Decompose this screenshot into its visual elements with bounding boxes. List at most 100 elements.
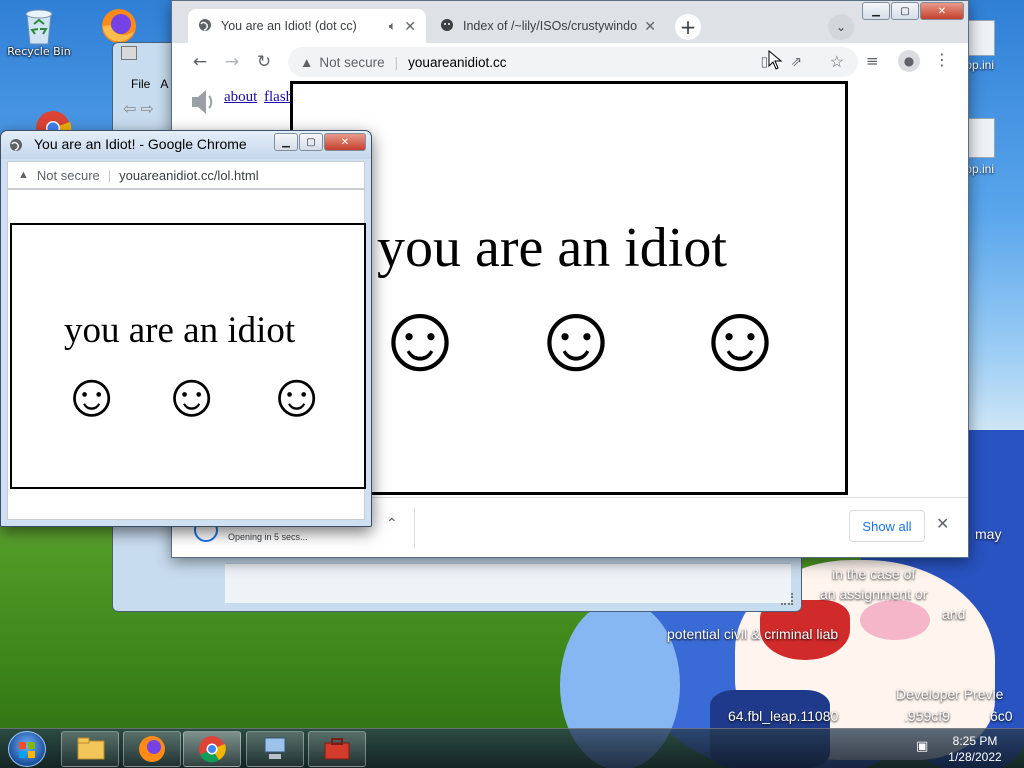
resize-grip[interactable] [781, 593, 793, 605]
windows-logo-icon [19, 742, 35, 758]
recycle-bin-icon [21, 6, 57, 45]
watermark-text: may [975, 526, 1002, 542]
new-tab-button[interactable]: + [675, 14, 701, 40]
close-download-bar-icon[interactable]: ✕ [936, 514, 949, 533]
popup-address-bar[interactable]: ▲ Not secure | youareanidiot.cc/lol.html [7, 161, 365, 189]
file-icon[interactable] [965, 20, 995, 56]
taskbar-chrome[interactable] [183, 731, 241, 767]
profile-avatar-icon[interactable]: ● [898, 50, 920, 72]
close-button[interactable]: ✕ [324, 133, 366, 151]
chevron-up-icon[interactable]: ⌃ [386, 516, 398, 532]
media-queue-icon[interactable]: ≡ [866, 52, 879, 70]
mouse-cursor-icon [768, 50, 782, 70]
address-divider: | [107, 167, 112, 183]
window-icon [121, 46, 137, 60]
warning-icon[interactable]: ▲ [300, 55, 313, 70]
menu-kebab-icon[interactable]: ⋮ [934, 50, 950, 69]
globe-icon [198, 18, 212, 35]
idiot-frame: you are an idiot ☺ ☺ ☺ [290, 81, 848, 495]
clock[interactable]: 8:25 PM 1/28/2022 [940, 733, 1010, 765]
share-icon[interactable]: ⇗ [791, 54, 802, 70]
watermark-text: potential civil & criminal liab [667, 626, 839, 642]
close-tab-icon[interactable]: ✕ [644, 18, 656, 35]
maximize-button[interactable]: ▢ [891, 2, 919, 20]
start-button[interactable] [8, 731, 46, 767]
popup-page-content: you are an idiot ☺ ☺ ☺ [7, 189, 366, 520]
nav-arrows: ⇦ ⇨ [123, 99, 154, 118]
watermark-text: 64.fbl_leap.11080 [728, 708, 839, 724]
network-tray-icon[interactable]: ▣ [916, 739, 928, 754]
watermark-text: and [942, 606, 966, 622]
chrome-icon [199, 736, 226, 763]
maximize-button[interactable]: ▢ [299, 133, 323, 151]
minimize-button[interactable]: ▁ [274, 133, 298, 151]
flash-link[interactable]: flash [264, 89, 293, 106]
speaker-icon[interactable]: 🔈︎ [389, 19, 397, 34]
browser-toolbar: ← → ↻ ▲ Not secure | youareanidiot.cc ▯ … [172, 43, 968, 81]
omnibox-divider: | [394, 54, 399, 70]
github-cat-icon [440, 18, 454, 35]
popup-title: You are an Idiot! - Google Chrome [34, 136, 247, 152]
tab-index-of-isos[interactable]: Index of /~lily/ISOs/crustywindo ✕ [430, 9, 666, 43]
smiley-face-icon: ☺ [527, 284, 626, 391]
minimize-button[interactable]: ▁ [862, 2, 890, 20]
speaker-icon [188, 87, 216, 117]
show-all-button[interactable]: Show all [849, 510, 925, 542]
media-cast-icon[interactable]: ▯ [761, 54, 768, 70]
taskbar: ▣ 8:25 PM 1/28/2022 [0, 728, 1024, 768]
smiley-face-icon: ☺ [371, 284, 470, 391]
back-arrow-icon[interactable]: ← [186, 48, 214, 76]
firefox-icon [139, 736, 165, 762]
tab-title: Index of /~lily/ISOs/crustywindo [463, 19, 638, 33]
bookmark-star-icon[interactable]: ☆ [830, 52, 844, 72]
security-label: Not secure [36, 167, 100, 183]
tab-strip: You are an Idiot! (dot cc) 🔈︎ ✕ Index of… [172, 1, 968, 43]
window-controls: ▁ ▢ ✕ [862, 2, 964, 20]
divider [414, 508, 415, 548]
watermark-text: Developer Previe [896, 686, 1004, 702]
tab-search-chevron-icon[interactable]: ⌄ [828, 14, 854, 40]
menu-file[interactable]: File [131, 77, 150, 91]
watermark-text: .959cf9 [904, 708, 950, 724]
smiley-face-icon: ☺ [160, 362, 224, 430]
watermark-text: an assignment or [820, 586, 928, 602]
toolbox-icon [324, 738, 350, 760]
popup-titlebar[interactable]: You are an Idiot! - Google Chrome ▁ ▢ ✕ [1, 131, 371, 159]
file-explorer-icon [77, 737, 105, 760]
watermark-text: 6c0 [990, 708, 1013, 724]
warning-icon[interactable]: ▲ [18, 169, 29, 181]
taskbar-firefox[interactable] [123, 731, 181, 767]
taskbar-toolbox[interactable] [308, 731, 366, 767]
smiley-face-icon: ☺ [691, 284, 790, 391]
smiley-face-icon: ☺ [60, 362, 124, 430]
globe-icon [9, 138, 23, 155]
forward-arrow-icon[interactable]: ⇨ [140, 99, 153, 118]
desktop-icon-label: Recycle Bin [7, 45, 71, 58]
computer-network-icon [264, 737, 286, 759]
idiot-frame: you are an idiot ☺ ☺ ☺ [10, 223, 366, 489]
window-controls: ▁ ▢ ✕ [274, 133, 366, 151]
forward-arrow-icon[interactable]: → [218, 48, 246, 76]
url-text[interactable]: youareanidiot.cc [408, 55, 506, 70]
tab-you-are-an-idiot[interactable]: You are an Idiot! (dot cc) 🔈︎ ✕ [188, 9, 426, 43]
about-link[interactable]: about [224, 89, 257, 106]
back-arrow-icon[interactable]: ⇦ [123, 99, 136, 118]
close-button[interactable]: ✕ [920, 2, 964, 20]
close-tab-icon[interactable]: ✕ [404, 18, 416, 35]
firefox-icon [99, 6, 136, 43]
file-icon[interactable] [965, 118, 995, 158]
status-area [225, 563, 791, 603]
idiot-headline: you are an idiot [64, 310, 296, 351]
url-text[interactable]: youareanidiot.cc/lol.html [119, 168, 258, 183]
desktop-icon-recycle-bin[interactable]: Recycle Bin [2, 6, 76, 58]
taskbar-file-explorer[interactable] [61, 731, 119, 767]
clock-time: 8:25 PM [952, 734, 998, 748]
menu-item[interactable]: A [160, 77, 168, 91]
smiley-face-icon: ☺ [265, 362, 329, 430]
download-status: Opening in 5 secs... [228, 532, 308, 542]
tab-title: You are an Idiot! (dot cc) [221, 19, 357, 33]
reload-icon[interactable]: ↻ [250, 48, 278, 76]
chrome-popup-window[interactable]: You are an Idiot! - Google Chrome ▁ ▢ ✕ … [0, 130, 372, 527]
taskbar-network[interactable] [246, 731, 304, 767]
clock-date: 1/28/2022 [948, 750, 1002, 764]
